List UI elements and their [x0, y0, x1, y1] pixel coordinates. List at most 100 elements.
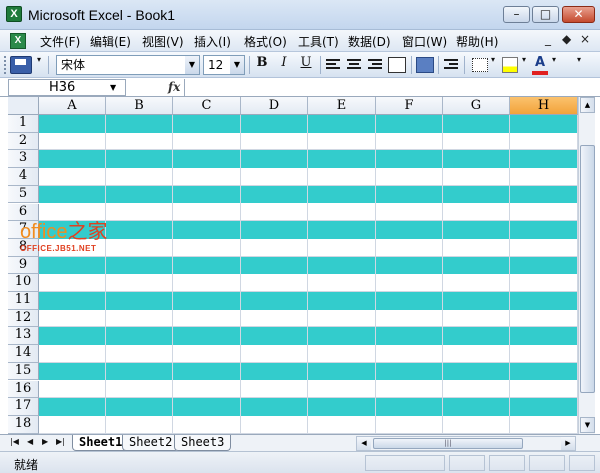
menu-format[interactable]: 格式(O) [244, 33, 287, 50]
column-header-b[interactable]: B [106, 97, 173, 115]
menu-insert[interactable]: 插入(I) [194, 33, 231, 50]
toolbar-grip[interactable] [4, 56, 7, 74]
row-header-11[interactable]: 11 [8, 292, 39, 310]
row-header-2[interactable]: 2 [8, 132, 39, 151]
font-name-select[interactable]: 宋体 ▼ [56, 55, 200, 75]
underline-button[interactable]: U [298, 55, 314, 75]
table-row[interactable] [39, 381, 578, 399]
column-header-a[interactable]: A [39, 97, 106, 115]
insert-function-icon[interactable]: fx [168, 80, 180, 94]
fill-color-icon[interactable] [502, 57, 518, 73]
scroll-right-icon[interactable]: ▶ [561, 437, 575, 450]
doc-restore-button[interactable]: ◆ [562, 32, 571, 46]
table-row[interactable] [39, 362, 578, 381]
row-header-17[interactable]: 17 [8, 398, 39, 416]
horizontal-scrollbar[interactable]: ◀ ||| ▶ [356, 436, 576, 451]
scroll-left-icon[interactable]: ◀ [357, 437, 371, 450]
scroll-down-icon[interactable]: ▼ [580, 417, 595, 433]
select-all-corner[interactable] [8, 97, 39, 115]
table-row[interactable] [39, 133, 578, 151]
minimize-button[interactable]: – [503, 6, 530, 23]
last-sheet-icon[interactable]: ▶| [56, 437, 65, 446]
row-header-1[interactable]: 1 [8, 115, 39, 133]
row-header-14[interactable]: 14 [8, 345, 39, 363]
table-row[interactable] [39, 310, 578, 328]
align-left-icon[interactable] [326, 59, 340, 71]
indent-icon[interactable] [444, 59, 458, 71]
save-icon[interactable] [10, 56, 32, 74]
row-header-13[interactable]: 13 [8, 327, 39, 346]
sheet-tab-2[interactable]: Sheet2 [122, 435, 180, 451]
column-header-e[interactable]: E [308, 97, 376, 115]
chevron-down-icon[interactable]: ▾ [489, 55, 497, 75]
row-header-9[interactable]: 9 [8, 256, 39, 275]
row-header-5[interactable]: 5 [8, 185, 39, 204]
menu-data[interactable]: 数据(D) [348, 33, 391, 50]
table-row[interactable] [39, 398, 578, 416]
next-sheet-icon[interactable]: ▶ [42, 437, 48, 446]
prev-sheet-icon[interactable]: ◀ [27, 437, 33, 446]
sheet-tab-3[interactable]: Sheet3 [174, 435, 232, 451]
menu-file[interactable]: 文件(F) [40, 33, 80, 50]
chevron-down-icon[interactable]: ▾ [550, 55, 558, 75]
sheet-tab-1[interactable]: Sheet1 [72, 435, 130, 451]
doc-minimize-button[interactable]: _ [545, 32, 551, 46]
formula-input[interactable] [190, 79, 590, 96]
table-row[interactable] [39, 185, 578, 204]
row-header-15[interactable]: 15 [8, 362, 39, 381]
currency-format-icon[interactable] [416, 57, 434, 73]
menu-help[interactable]: 帮助(H) [456, 33, 498, 50]
table-row[interactable] [39, 221, 578, 239]
menu-edit[interactable]: 编辑(E) [90, 33, 131, 50]
row-header-10[interactable]: 10 [8, 274, 39, 292]
merge-center-icon[interactable] [388, 57, 406, 73]
horizontal-scroll-thumb[interactable]: ||| [373, 438, 523, 449]
chevron-down-icon[interactable]: ▾ [520, 55, 528, 75]
font-color-button[interactable]: A [532, 55, 548, 75]
close-button[interactable]: ✕ [562, 6, 595, 23]
name-box[interactable]: H36 [8, 79, 126, 96]
excel-icon[interactable]: X [6, 6, 22, 22]
row-header-4[interactable]: 4 [8, 168, 39, 186]
vertical-scrollbar[interactable]: ▲ ▼ [578, 97, 595, 434]
table-row[interactable] [39, 115, 578, 133]
toolbar-options-icon[interactable]: ▾ [34, 55, 44, 75]
table-row[interactable] [39, 327, 578, 346]
column-header-h[interactable]: H [510, 97, 578, 115]
bold-button[interactable]: B [254, 55, 270, 75]
column-header-f[interactable]: F [376, 97, 443, 115]
table-row[interactable] [39, 204, 578, 222]
maximize-button[interactable]: □ [532, 6, 559, 23]
menu-window[interactable]: 窗口(W) [402, 33, 447, 50]
chevron-down-icon[interactable]: ▼ [110, 83, 116, 92]
align-center-icon[interactable] [347, 59, 361, 71]
table-row[interactable] [39, 256, 578, 275]
workbook-icon[interactable]: X [10, 33, 26, 49]
font-size-select[interactable]: 12 ▼ [203, 55, 245, 75]
align-right-icon[interactable] [368, 59, 382, 71]
table-row[interactable] [39, 292, 578, 310]
chevron-down-icon[interactable]: ▼ [185, 56, 199, 74]
menu-view[interactable]: 视图(V) [142, 33, 184, 50]
doc-close-button[interactable]: × [580, 32, 590, 46]
table-row[interactable] [39, 416, 578, 434]
column-header-g[interactable]: G [443, 97, 510, 115]
table-row[interactable] [39, 239, 578, 257]
vertical-scroll-thumb[interactable] [580, 145, 595, 393]
italic-button[interactable]: I [276, 55, 292, 75]
menu-tools[interactable]: 工具(T) [298, 33, 339, 50]
toolbar-options-icon[interactable]: ▾ [574, 55, 584, 75]
row-header-16[interactable]: 16 [8, 380, 39, 399]
table-row[interactable] [39, 274, 578, 292]
first-sheet-icon[interactable]: |◀ [10, 437, 19, 446]
table-row[interactable] [39, 168, 578, 186]
chevron-down-icon[interactable]: ▼ [230, 56, 244, 74]
row-header-3[interactable]: 3 [8, 150, 39, 169]
borders-icon[interactable] [472, 58, 488, 72]
row-header-12[interactable]: 12 [8, 309, 39, 328]
worksheet-grid[interactable]: A B C D E F G H 1 2 3 4 5 6 7 8 9 10 11 12 13 14 15 16 17 18 [8, 97, 578, 434]
column-header-c[interactable]: C [173, 97, 241, 115]
scroll-up-icon[interactable]: ▲ [580, 97, 595, 113]
row-header-18[interactable]: 18 [8, 415, 39, 434]
table-row[interactable] [39, 345, 578, 363]
